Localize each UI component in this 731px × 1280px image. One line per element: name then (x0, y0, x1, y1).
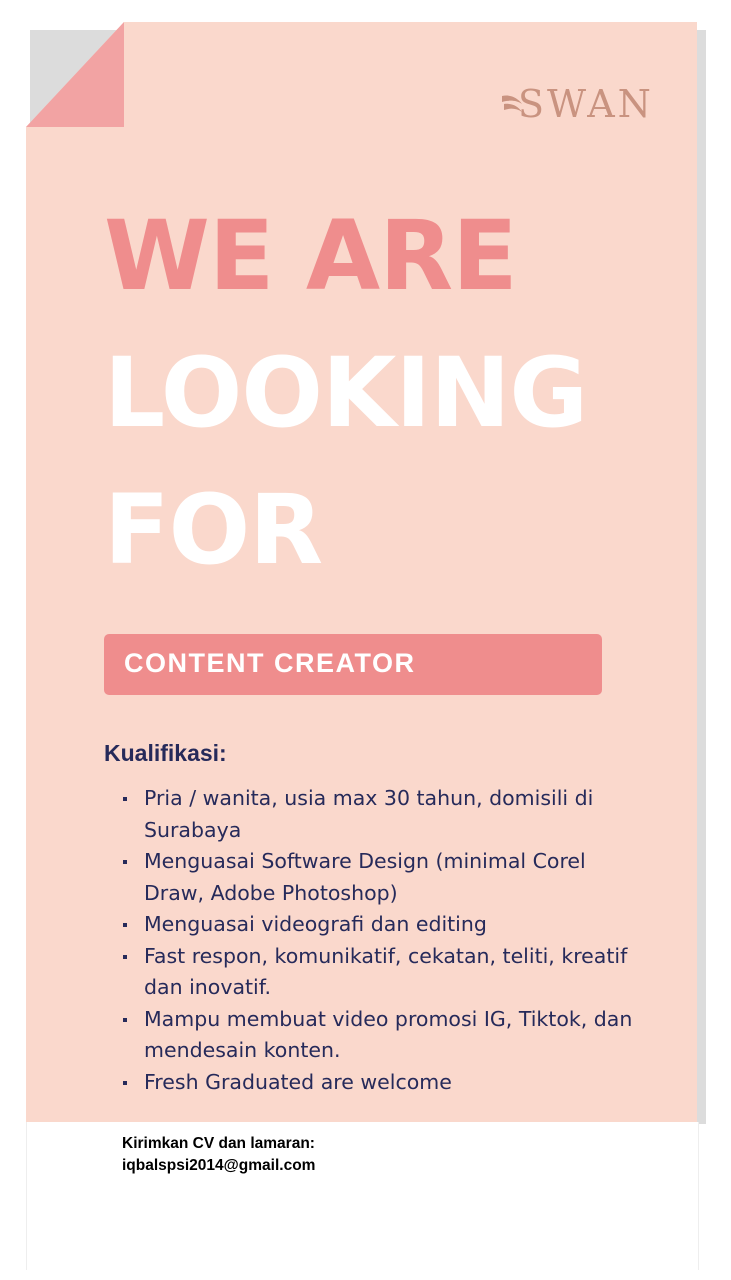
contact-block: Kirimkan CV dan lamaran: iqbalspsi2014@g… (122, 1133, 315, 1177)
qualification-item: Menguasai videografi dan editing (120, 909, 640, 941)
qualification-item: Pria / wanita, usia max 30 tahun, domisi… (120, 783, 640, 846)
headline-line-1: WE ARE (104, 200, 518, 312)
role-label: CONTENT CREATOR (124, 648, 416, 678)
swan-logo: SWAN (500, 82, 660, 132)
qualification-item: Fast respon, komunikatif, cekatan, telit… (120, 941, 640, 1004)
qualification-item: Mampu membuat video promosi IG, Tiktok, … (120, 1004, 640, 1067)
headline-line-3: FOR (104, 474, 323, 586)
contact-email: iqbalspsi2014@gmail.com (122, 1157, 316, 1174)
qualification-item: Fresh Graduated are welcome (120, 1067, 640, 1099)
qualification-item: Menguasai Software Design (minimal Corel… (120, 846, 640, 909)
qualifications-title: Kualifikasi: (104, 740, 227, 766)
role-badge: CONTENT CREATOR (104, 634, 602, 695)
logo-text: SWAN (518, 82, 654, 126)
qualifications-list: Pria / wanita, usia max 30 tahun, domisi… (120, 783, 640, 1098)
headline-line-2: LOOKING (104, 337, 588, 449)
contact-instruction: Kirimkan CV dan lamaran: (122, 1135, 315, 1152)
